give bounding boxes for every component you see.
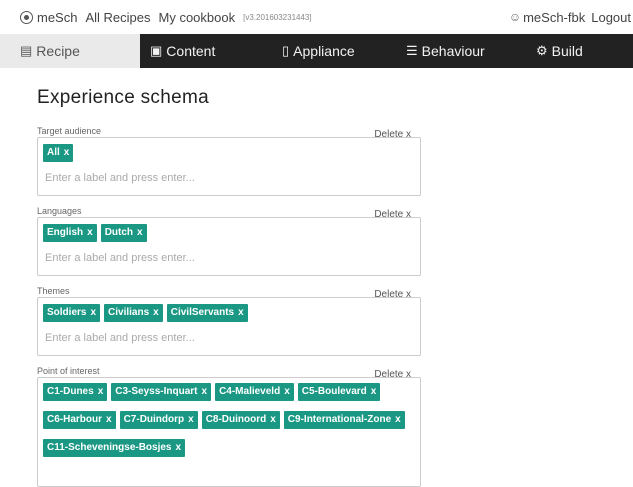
tab-content[interactable]: ▣ Content [140, 34, 270, 68]
tag[interactable]: English x [43, 224, 97, 242]
tab-label: Appliance [293, 43, 355, 59]
delete-button[interactable]: Delete x [374, 129, 411, 140]
device-icon: ▯ [282, 43, 290, 58]
tag-label: English [47, 227, 84, 238]
remove-tag-button[interactable]: x [270, 414, 276, 425]
tag-list: All x [38, 138, 420, 168]
all-recipes-link[interactable]: All Recipes [85, 10, 150, 25]
tag-label: C8-Duinoord [205, 414, 267, 425]
tag[interactable]: CivilServants x [166, 304, 248, 322]
tag[interactable]: C11-Scheveningse-Bosjes x [43, 439, 186, 457]
remove-tag-button[interactable]: x [153, 307, 159, 318]
tag[interactable]: Civilians x [104, 304, 163, 322]
tag[interactable]: C9-International-Zone x [283, 411, 405, 429]
remove-tag-button[interactable]: x [98, 386, 104, 397]
remove-tag-button[interactable]: x [371, 386, 377, 397]
top-bar: meSch All Recipes My cookbook [v3.201603… [0, 0, 633, 34]
remove-tag-button[interactable]: x [395, 414, 401, 425]
tag-input[interactable] [45, 171, 405, 185]
remove-tag-button[interactable]: x [137, 227, 143, 238]
tag-label: Civilians [108, 307, 150, 318]
remove-tag-button[interactable]: x [238, 307, 244, 318]
tag-label: C5-Boulevard [301, 386, 367, 397]
tag-label: CivilServants [170, 307, 235, 318]
tag-label: C11-Scheveningse-Bosjes [47, 442, 172, 453]
section-label: Themes [37, 286, 70, 296]
remove-tag-button[interactable]: x [90, 307, 96, 318]
section-label: Point of interest [37, 366, 100, 376]
delete-button[interactable]: Delete x [374, 369, 411, 380]
tag-input[interactable] [45, 251, 405, 265]
remove-tag-button[interactable]: x [64, 147, 70, 158]
remove-tag-button[interactable]: x [188, 414, 194, 425]
tag-box: C1-Dunes x C3-Seyss-Inquart x C4-Malieveld… [37, 377, 421, 487]
tag-box: English x Dutch x [37, 217, 421, 276]
mesch-logo-icon [20, 10, 33, 24]
tab-appliance[interactable]: ▯ Appliance [270, 34, 396, 68]
section-label: Target audience [37, 126, 102, 136]
tag-input[interactable] [45, 331, 405, 345]
user-icon: ☺ [508, 10, 522, 24]
brand-name: meSch [37, 9, 78, 25]
tag-list: English x Dutch x [38, 218, 420, 248]
tag[interactable]: C8-Duinoord x [201, 411, 280, 429]
tag-label: Soldiers [47, 307, 87, 318]
gear-icon: ⚙ [536, 43, 548, 58]
section-target-audience: Target audience Delete x All x [37, 126, 421, 196]
main-content: Experience schema Target audience Delete… [37, 68, 421, 487]
tag-list: Soldiers x Civilians x CivilServants x [38, 298, 420, 328]
document-icon: ▤ [20, 43, 33, 58]
section-label: Languages [37, 206, 82, 216]
tag[interactable]: All x [43, 144, 74, 162]
tag-label: All [47, 147, 60, 158]
brand[interactable]: meSch [20, 10, 77, 25]
tag[interactable]: C6-Harbour x [43, 411, 116, 429]
tag-box: All x [37, 137, 421, 196]
tab-label: Content [166, 43, 216, 59]
tab-label: Build [551, 43, 583, 59]
tag[interactable]: C1-Dunes x [43, 383, 108, 401]
tag-label: C9-International-Zone [287, 414, 392, 425]
tag[interactable]: C5-Boulevard x [297, 383, 381, 401]
tag-label: C4-Malieveld [219, 386, 281, 397]
section-languages: Languages Delete x English x Dutch x [37, 206, 421, 276]
tab-build[interactable]: ⚙ Build [528, 34, 633, 68]
tag[interactable]: Dutch x [100, 224, 147, 242]
tag-list: C1-Dunes x C3-Seyss-Inquart x C4-Malieveld… [38, 378, 420, 467]
tag-box: Soldiers x Civilians x CivilServants x [37, 297, 421, 356]
remove-tag-button[interactable]: x [176, 442, 182, 453]
logout-link[interactable]: Logout [591, 10, 631, 25]
tag-label: C7-Duindorp [123, 414, 185, 425]
tag[interactable]: C3-Seyss-Inquart x [111, 383, 212, 401]
list-icon: ☰ [406, 43, 418, 58]
tag-label: C1-Dunes [47, 386, 94, 397]
main-nav: ▤ Recipe ▣ Content ▯ Appliance ☰ Behavio… [0, 34, 633, 68]
tag-label: Dutch [104, 227, 134, 238]
tab-behaviour[interactable]: ☰ Behaviour [396, 34, 528, 68]
tab-recipe[interactable]: ▤ Recipe [0, 34, 140, 68]
remove-tag-button[interactable]: x [202, 386, 208, 397]
section-point-of-interest: Point of interest Delete x C1-Dunes x C3-… [37, 366, 421, 487]
tag-label: C3-Seyss-Inquart [115, 386, 198, 397]
tab-label: Behaviour [421, 43, 485, 59]
version-label: [v3.201603231443] [243, 12, 312, 22]
monitor-icon: ▣ [150, 43, 163, 58]
tag[interactable]: C4-Malieveld x [215, 383, 294, 401]
tag[interactable]: Soldiers x [43, 304, 101, 322]
user-area: ☺ meSch-fbk Logout [509, 0, 631, 34]
delete-button[interactable]: Delete x [374, 209, 411, 220]
remove-tag-button[interactable]: x [106, 414, 112, 425]
delete-button[interactable]: Delete x [374, 289, 411, 300]
my-cookbook-link[interactable]: My cookbook [159, 10, 236, 25]
username[interactable]: meSch-fbk [523, 10, 585, 25]
page-title: Experience schema [37, 87, 209, 108]
tag[interactable]: C7-Duindorp x [119, 411, 198, 429]
remove-tag-button[interactable]: x [284, 386, 290, 397]
remove-tag-button[interactable]: x [87, 227, 93, 238]
tag-label: C6-Harbour [47, 414, 103, 425]
tab-label: Recipe [36, 43, 80, 59]
section-themes: Themes Delete x Soldiers x Civilians x Civ… [37, 286, 421, 356]
